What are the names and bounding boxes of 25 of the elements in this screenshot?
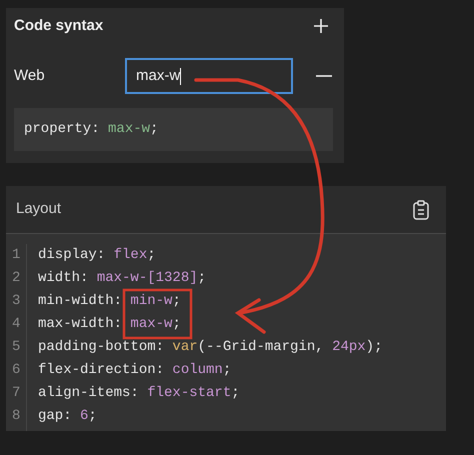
line-number: 2 [12,269,20,288]
text-field[interactable]: max-w [125,58,293,94]
highlight-frame [122,288,192,340]
plus-icon[interactable] [313,18,329,34]
code-line: padding-bottom: var(--Grid-margin, 24px); [38,338,382,357]
code-line: display: flex; [38,246,156,265]
code-line: property: max-w; [24,120,158,139]
line-number: 6 [12,361,20,380]
line-number: 4 [12,315,20,334]
code-line: gap: 6; [38,407,97,426]
code-line: flex-direction: column; [38,361,232,380]
line-number: 5 [12,338,20,357]
code-line: max-width: max-w; [38,315,181,334]
panel-title: Layout [16,199,62,220]
clipboard-icon[interactable] [412,200,430,220]
line-number: 3 [12,292,20,311]
panel-title: Code syntax [14,16,104,36]
code-line: width: max-w-[1328]; [38,269,206,288]
code-line: align-items: flex-start; [38,384,240,403]
code-line: min-width: min-w; [38,292,181,311]
line-number: 8 [12,407,20,426]
line-number: 1 [12,246,20,265]
minus-icon[interactable] [316,74,332,78]
row-label: Web [14,66,46,86]
line-number: 7 [12,384,20,403]
